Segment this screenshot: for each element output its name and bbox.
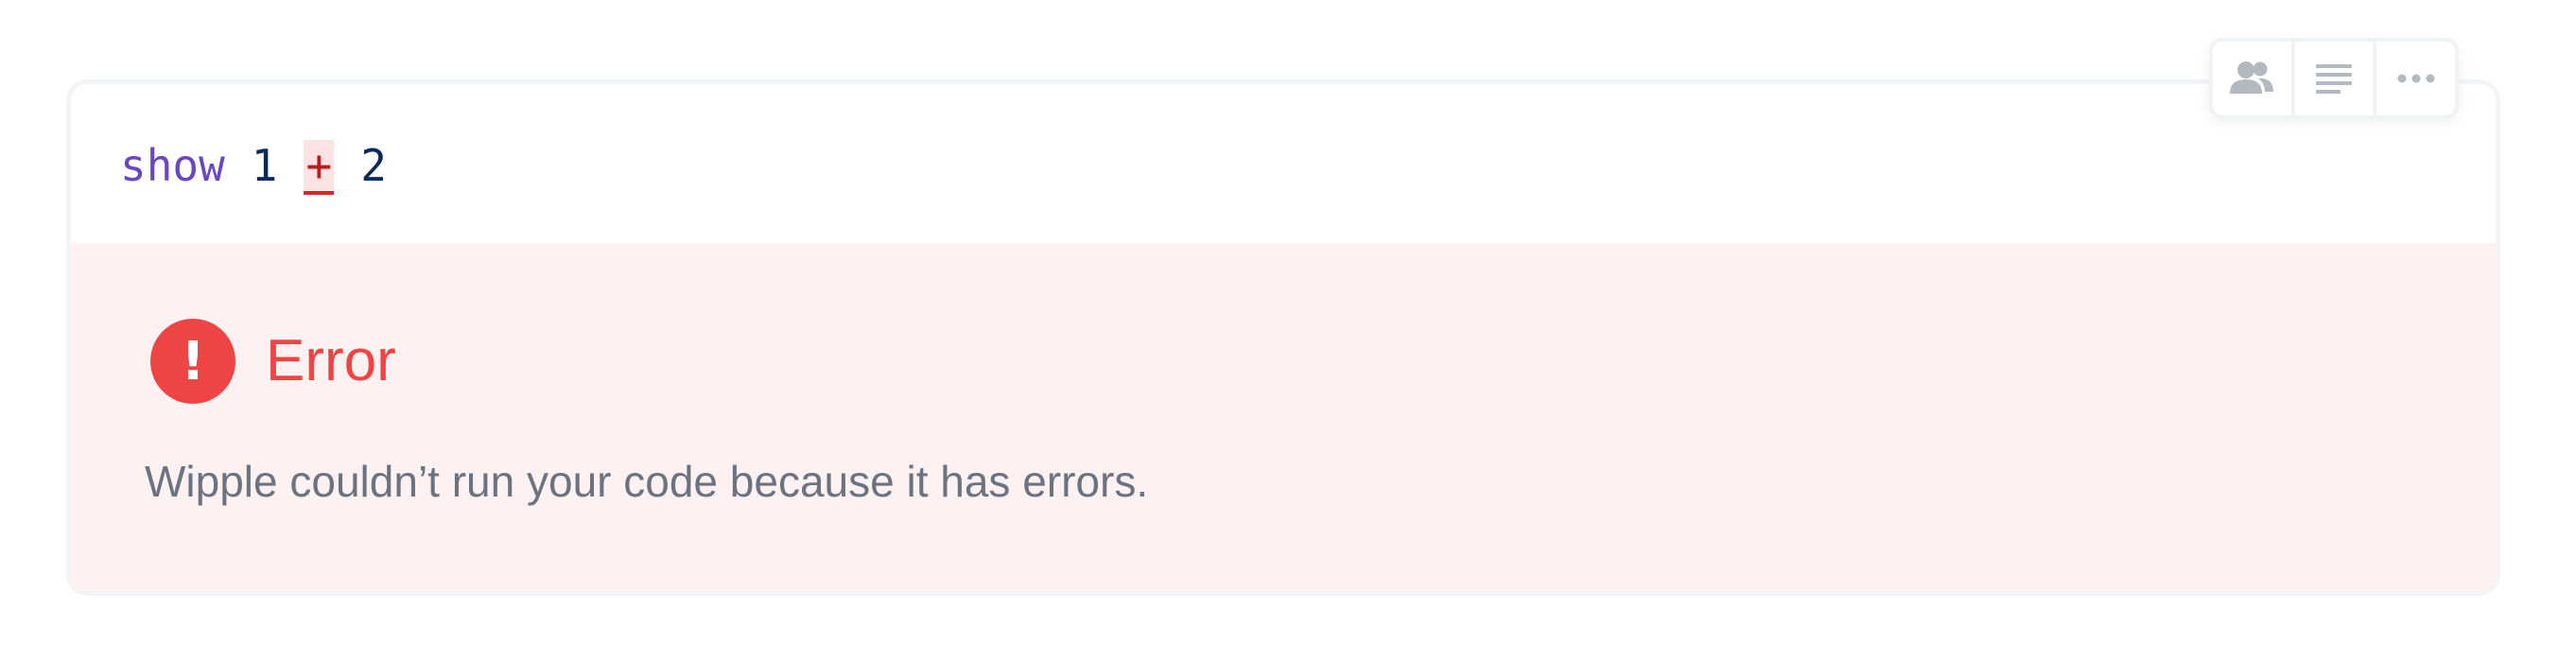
code-keyword-token: show — [120, 140, 225, 191]
cell-toolbar — [2209, 38, 2459, 119]
collaborators-button[interactable] — [2213, 42, 2295, 115]
text-lines-icon — [2316, 64, 2352, 94]
code-operator-token-error[interactable]: + — [304, 140, 335, 195]
stage: show 1 +2 ! Error Wipple couldn’t run your… — [0, 0, 2576, 662]
users-icon — [2230, 61, 2274, 94]
code-cell: show 1 +2 ! Error Wipple couldn’t run your… — [66, 79, 2500, 596]
code-line[interactable]: show 1 +2 — [120, 137, 387, 203]
error-message: Wipple couldn’t run your code because it… — [145, 457, 1149, 506]
format-button[interactable] — [2295, 42, 2377, 115]
more-horizontal-icon — [2397, 74, 2435, 83]
code-number-token: 2 — [360, 140, 387, 191]
code-editor[interactable]: show 1 +2 — [71, 84, 2496, 243]
error-title: Error — [266, 328, 396, 393]
exclamation-icon: ! — [150, 319, 235, 404]
code-number-token: 1 — [251, 140, 278, 191]
error-panel: ! Error Wipple couldn’t run your code be… — [71, 243, 2496, 591]
error-header: ! Error — [150, 319, 396, 404]
more-button[interactable] — [2376, 42, 2455, 115]
